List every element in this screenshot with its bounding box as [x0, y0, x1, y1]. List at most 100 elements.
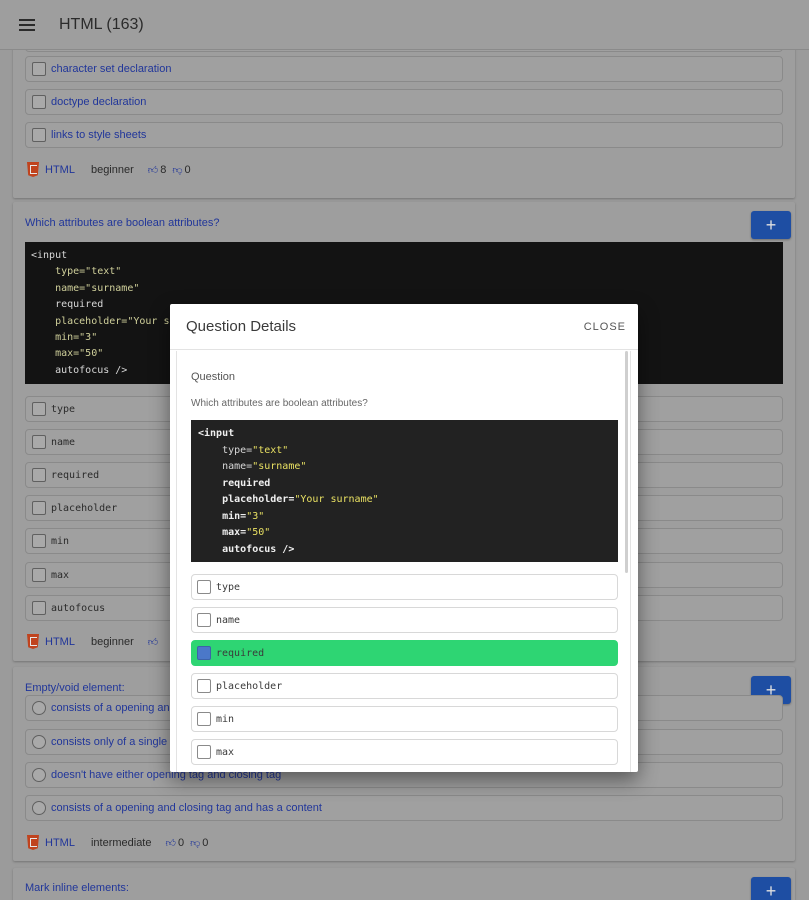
- code-attr: min=: [222, 510, 247, 522]
- answer-radio[interactable]: [32, 768, 46, 782]
- answer-checkbox[interactable]: [32, 62, 46, 76]
- question-card: character set declaration doctype declar…: [13, 50, 795, 198]
- dialog-answer-option[interactable]: min: [191, 706, 618, 732]
- answer-checkbox[interactable]: [197, 712, 211, 726]
- dialog-answer-option[interactable]: name: [191, 607, 618, 633]
- answer-label: min: [51, 535, 70, 547]
- answer-label: max: [216, 746, 235, 758]
- like-count: 8: [160, 163, 167, 176]
- answer-checkbox[interactable]: [32, 95, 46, 109]
- code-block: <input type="text" name="surname" requir…: [191, 420, 618, 562]
- answer-label: type: [51, 403, 76, 415]
- dialog-answer-option-correct[interactable]: required: [191, 640, 618, 666]
- answer-label: required: [216, 647, 265, 659]
- answer-checkbox[interactable]: [32, 568, 46, 582]
- code-line: <input: [198, 428, 235, 439]
- code-line: name="surname": [31, 282, 140, 294]
- question-card: Mark inline elements: +: [13, 868, 795, 900]
- answer-option[interactable]: [25, 50, 783, 52]
- hamburger-menu-icon[interactable]: [19, 18, 35, 31]
- code-line: placeholder="Your s: [31, 315, 170, 327]
- code-line: autofocus />: [31, 364, 128, 376]
- answer-label: name: [51, 436, 76, 448]
- answer-checkbox[interactable]: [32, 601, 46, 615]
- answer-checkbox[interactable]: [197, 613, 211, 627]
- answer-option[interactable]: character set declaration: [25, 56, 783, 82]
- html5-icon: [27, 162, 39, 177]
- question-meta: HTML beginner 👍︎: [27, 634, 160, 649]
- section-label: Question: [191, 371, 236, 383]
- answer-label: doctype declaration: [51, 96, 147, 108]
- answer-checkbox[interactable]: [32, 501, 46, 515]
- thumbs-up-icon[interactable]: 👍︎: [166, 837, 176, 849]
- difficulty-level: beginner: [90, 635, 134, 648]
- code-string: "50": [246, 527, 271, 538]
- answer-checkbox-checked[interactable]: [197, 646, 211, 660]
- code-line: <input: [31, 250, 68, 261]
- question-title[interactable]: Empty/void element:: [25, 682, 125, 694]
- question-title[interactable]: Which attributes are boolean attributes?: [25, 217, 219, 229]
- language-link[interactable]: HTML: [45, 164, 75, 176]
- answer-label: placeholder: [51, 502, 118, 514]
- answer-checkbox[interactable]: [197, 745, 211, 759]
- code-attr: required: [222, 477, 271, 489]
- dialog-answer-option[interactable]: type: [191, 574, 618, 600]
- close-button[interactable]: CLOSE: [584, 321, 626, 333]
- code-line: max="50": [31, 348, 104, 360]
- dialog-answer-option[interactable]: placeholder: [191, 673, 618, 699]
- answer-checkbox[interactable]: [32, 402, 46, 416]
- answer-radio[interactable]: [32, 735, 46, 749]
- code-string: "surname": [252, 461, 307, 472]
- answer-label: consists of a opening and: [51, 702, 176, 714]
- answer-label: name: [216, 614, 241, 626]
- answer-option[interactable]: doctype declaration: [25, 89, 783, 115]
- scrollbar[interactable]: [625, 351, 628, 573]
- answer-label: required: [51, 469, 100, 481]
- like-count: 0: [177, 836, 185, 849]
- question-title[interactable]: Mark inline elements:: [25, 882, 129, 894]
- dislike-count: 0: [202, 836, 209, 849]
- answer-checkbox[interactable]: [32, 128, 46, 142]
- answer-label: autofocus: [51, 602, 106, 614]
- answer-option[interactable]: consists of a opening and closing tag an…: [25, 795, 783, 821]
- thumbs-down-icon[interactable]: 👎︎: [190, 837, 200, 849]
- add-button[interactable]: +: [751, 877, 791, 900]
- code-line: type="text": [31, 266, 122, 278]
- app-bar: HTML (163): [0, 0, 809, 50]
- answer-radio[interactable]: [32, 801, 46, 815]
- code-line: required: [31, 299, 104, 311]
- dialog-body: Question Which attributes are boolean at…: [176, 351, 631, 772]
- question-text: Which attributes are boolean attributes?: [191, 398, 368, 409]
- answer-checkbox[interactable]: [197, 679, 211, 693]
- answer-label: max: [51, 569, 70, 581]
- question-details-dialog: Question Details CLOSE Question Which at…: [170, 304, 638, 772]
- answer-option[interactable]: links to style sheets: [25, 122, 783, 148]
- code-attr: placeholder=: [222, 494, 295, 505]
- dialog-title: Question Details: [186, 318, 297, 335]
- code-string: "3": [246, 510, 265, 522]
- answer-checkbox[interactable]: [197, 580, 211, 594]
- answer-checkbox[interactable]: [32, 534, 46, 548]
- answer-label: type: [216, 581, 241, 593]
- code-string: "text": [252, 444, 289, 456]
- code-attr: max=: [222, 527, 247, 538]
- code-line: min="3": [31, 332, 98, 344]
- add-button[interactable]: +: [751, 211, 791, 239]
- code-attr: type=: [222, 444, 253, 456]
- answer-checkbox[interactable]: [32, 435, 46, 449]
- thumbs-up-icon[interactable]: 👍︎: [148, 636, 158, 648]
- thumbs-down-icon[interactable]: 👎︎: [172, 164, 182, 176]
- html5-icon: [27, 835, 39, 850]
- language-link[interactable]: HTML: [45, 837, 75, 849]
- answer-label: character set declaration: [51, 63, 172, 75]
- code-attr: name=: [222, 461, 253, 472]
- language-link[interactable]: HTML: [45, 636, 75, 648]
- thumbs-up-icon[interactable]: 👍︎: [148, 164, 158, 176]
- answer-radio[interactable]: [32, 701, 46, 715]
- code-attr: autofocus />: [222, 543, 295, 555]
- html5-icon: [27, 634, 39, 649]
- dialog-answer-option[interactable]: max: [191, 739, 618, 765]
- answer-label: consists of a opening and closing tag an…: [51, 802, 322, 814]
- difficulty-level: intermediate: [90, 836, 152, 849]
- answer-checkbox[interactable]: [32, 468, 46, 482]
